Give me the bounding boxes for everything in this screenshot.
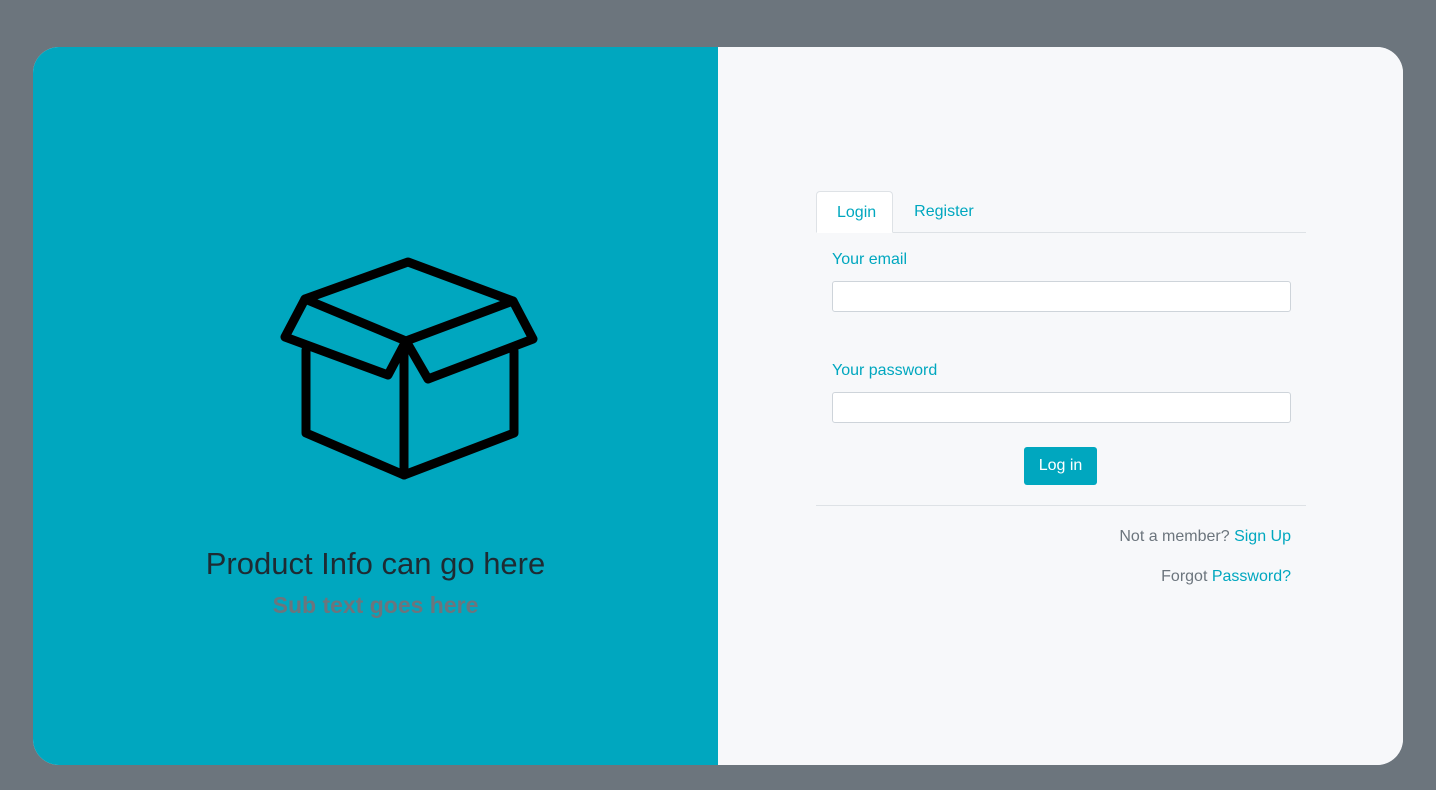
signup-line: Not a member? Sign Up <box>1119 528 1291 546</box>
product-title: Product Info can go here <box>205 546 546 581</box>
tab-register[interactable]: Register <box>893 191 990 232</box>
sign-up-link[interactable]: Sign Up <box>1234 528 1291 545</box>
forgot-text: Forgot <box>1161 568 1208 585</box>
email-label: Your email <box>832 251 908 268</box>
password-field[interactable] <box>832 392 1291 423</box>
auth-tabs: Login Register <box>816 191 1306 233</box>
login-card: Product Info can go here Sub text goes h… <box>33 47 1403 765</box>
login-button[interactable]: Log in <box>1024 447 1097 485</box>
product-panel: Product Info can go here Sub text goes h… <box>33 47 718 765</box>
form-divider <box>816 505 1306 506</box>
product-subtitle: Sub text goes here <box>272 592 479 618</box>
password-label: Your password <box>832 362 938 379</box>
auth-form: Login Register Your email Your password … <box>816 191 1306 585</box>
forgot-line: Forgot Password? <box>1161 568 1291 586</box>
not-member-text: Not a member? <box>1119 528 1230 545</box>
auth-panel: Login Register Your email Your password … <box>718 47 1403 765</box>
email-field[interactable] <box>832 281 1291 312</box>
box-icon <box>280 257 538 480</box>
forgot-password-link[interactable]: Password? <box>1212 568 1291 585</box>
tab-login[interactable]: Login <box>816 191 894 233</box>
